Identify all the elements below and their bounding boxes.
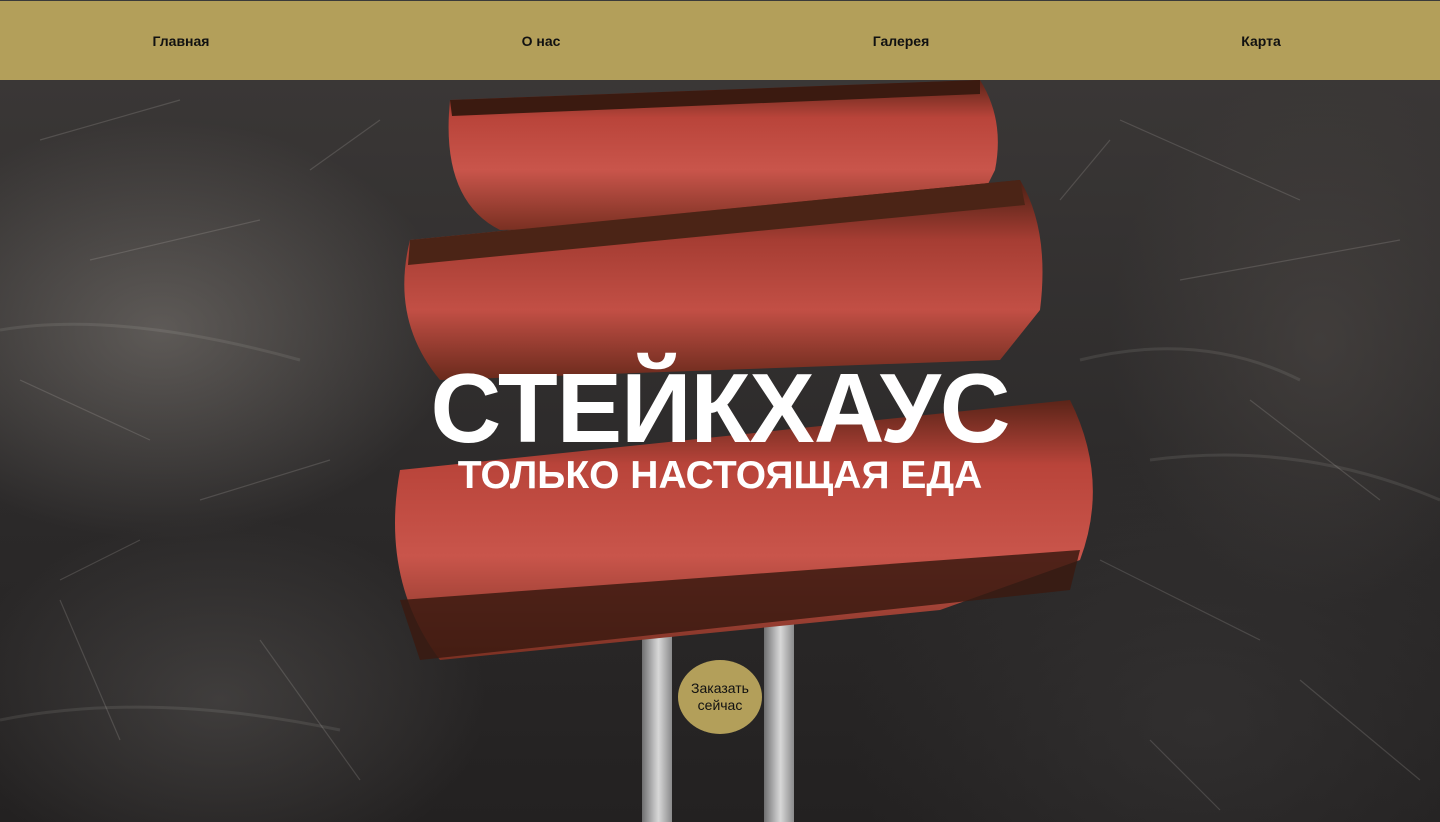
nav-item-about[interactable]: О нас [360, 1, 720, 80]
hero-subtitle: ТОЛЬКО НАСТОЯЩАЯ ЕДА [457, 454, 983, 497]
page: Главная О нас Галерея Карта СТЕЙКХАУС ТО… [0, 0, 1440, 822]
nav-item-home[interactable]: Главная [0, 1, 360, 80]
nav-item-gallery[interactable]: Галерея [720, 1, 1080, 80]
order-now-button[interactable]: Заказать сейчас [678, 660, 762, 734]
top-navigation: Главная О нас Галерея Карта [0, 0, 1440, 80]
nav-item-map[interactable]: Карта [1080, 1, 1440, 80]
hero-title: СТЕЙКХАУС [430, 353, 1011, 463]
